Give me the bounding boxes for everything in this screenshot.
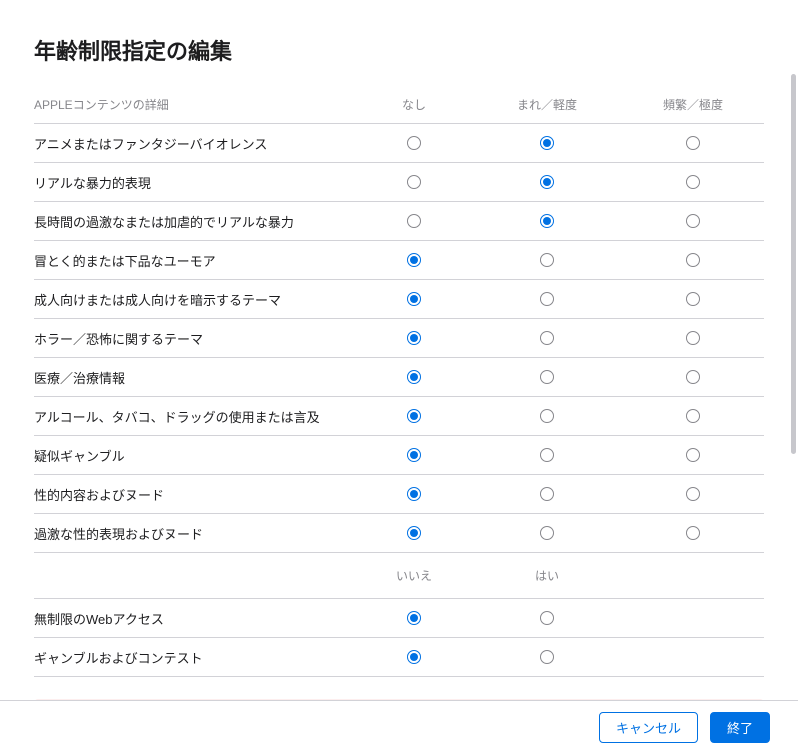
- radio-option[interactable]: [407, 448, 421, 462]
- modal-content: 年齢制限指定の編集 APPLEコンテンツの詳細 なし まれ／軽度 頻繁／極度 ア…: [0, 0, 798, 700]
- radio-option[interactable]: [686, 175, 700, 189]
- col-no: いいえ: [354, 567, 474, 584]
- radio-option[interactable]: [407, 611, 421, 625]
- table-row: 医療／治療情報: [34, 358, 764, 397]
- radio-option[interactable]: [540, 650, 554, 664]
- radio-option[interactable]: [686, 487, 700, 501]
- radio-option[interactable]: [540, 214, 554, 228]
- table1-body: アニメまたはファンタジーバイオレンスリアルな暴力的表現長時間の過激なまたは加虐的…: [34, 124, 764, 553]
- row-label: ホラー／恐怖に関するテーマ: [34, 329, 354, 348]
- radio-option[interactable]: [540, 136, 554, 150]
- table1-header: APPLEコンテンツの詳細 なし まれ／軽度 頻繁／極度: [34, 96, 764, 124]
- page-title: 年齢制限指定の編集: [34, 34, 764, 66]
- row-label: 医療／治療情報: [34, 368, 354, 387]
- table-row: アニメまたはファンタジーバイオレンス: [34, 124, 764, 163]
- table-row: 成人向けまたは成人向けを暗示するテーマ: [34, 280, 764, 319]
- row-label: 成人向けまたは成人向けを暗示するテーマ: [34, 290, 354, 309]
- row-label: 性的内容およびヌード: [34, 485, 354, 504]
- radio-option[interactable]: [540, 331, 554, 345]
- radio-option[interactable]: [540, 409, 554, 423]
- row-label: ギャンブルおよびコンテスト: [34, 648, 354, 667]
- radio-option[interactable]: [407, 331, 421, 345]
- row-label: 疑似ギャンブル: [34, 446, 354, 465]
- radio-option[interactable]: [686, 409, 700, 423]
- table2-body: 無制限のWebアクセスギャンブルおよびコンテスト: [34, 599, 764, 677]
- col-mild: まれ／軽度: [474, 96, 620, 113]
- table-row: 性的内容およびヌード: [34, 475, 764, 514]
- radio-option[interactable]: [407, 175, 421, 189]
- radio-option[interactable]: [686, 136, 700, 150]
- radio-option[interactable]: [686, 292, 700, 306]
- table-row: 疑似ギャンブル: [34, 436, 764, 475]
- row-label: 無制限のWebアクセス: [34, 609, 354, 628]
- row-label: アニメまたはファンタジーバイオレンス: [34, 134, 354, 153]
- table1-header-label: APPLEコンテンツの詳細: [34, 96, 354, 113]
- radio-option[interactable]: [540, 370, 554, 384]
- cancel-button[interactable]: キャンセル: [599, 712, 698, 743]
- radio-option[interactable]: [686, 331, 700, 345]
- radio-option[interactable]: [686, 448, 700, 462]
- radio-option[interactable]: [686, 214, 700, 228]
- radio-option[interactable]: [407, 409, 421, 423]
- radio-option[interactable]: [407, 214, 421, 228]
- radio-option[interactable]: [540, 253, 554, 267]
- row-label: 長時間の過激なまたは加虐的でリアルな暴力: [34, 212, 354, 231]
- radio-option[interactable]: [407, 370, 421, 384]
- table-row: 冒とく的または下品なユーモア: [34, 241, 764, 280]
- row-label: アルコール、タバコ、ドラッグの使用または言及: [34, 407, 354, 426]
- table-row: 過激な性的表現およびヌード: [34, 514, 764, 553]
- table-row: ギャンブルおよびコンテスト: [34, 638, 764, 677]
- radio-option[interactable]: [407, 526, 421, 540]
- col-yes: はい: [474, 567, 620, 584]
- table-row: アルコール、タバコ、ドラッグの使用または言及: [34, 397, 764, 436]
- radio-option[interactable]: [540, 526, 554, 540]
- radio-option[interactable]: [407, 136, 421, 150]
- radio-option[interactable]: [686, 253, 700, 267]
- radio-option[interactable]: [407, 292, 421, 306]
- scrollbar[interactable]: [791, 74, 796, 454]
- modal-footer: キャンセル 終了: [0, 700, 798, 753]
- radio-option[interactable]: [540, 292, 554, 306]
- table-row: リアルな暴力的表現: [34, 163, 764, 202]
- radio-option[interactable]: [540, 487, 554, 501]
- row-label: 過激な性的表現およびヌード: [34, 524, 354, 543]
- row-label: リアルな暴力的表現: [34, 173, 354, 192]
- radio-option[interactable]: [540, 448, 554, 462]
- radio-option[interactable]: [686, 370, 700, 384]
- table-row: ホラー／恐怖に関するテーマ: [34, 319, 764, 358]
- col-none: なし: [354, 96, 474, 113]
- radio-option[interactable]: [540, 611, 554, 625]
- row-label: 冒とく的または下品なユーモア: [34, 251, 354, 270]
- radio-option[interactable]: [686, 526, 700, 540]
- radio-option[interactable]: [407, 487, 421, 501]
- table2-header: いいえ はい: [34, 553, 764, 599]
- table-row: 無制限のWebアクセス: [34, 599, 764, 638]
- radio-option[interactable]: [407, 650, 421, 664]
- done-button[interactable]: 終了: [710, 712, 770, 743]
- radio-option[interactable]: [407, 253, 421, 267]
- col-frequent: 頻繁／極度: [620, 96, 766, 113]
- radio-option[interactable]: [540, 175, 554, 189]
- table-row: 長時間の過激なまたは加虐的でリアルな暴力: [34, 202, 764, 241]
